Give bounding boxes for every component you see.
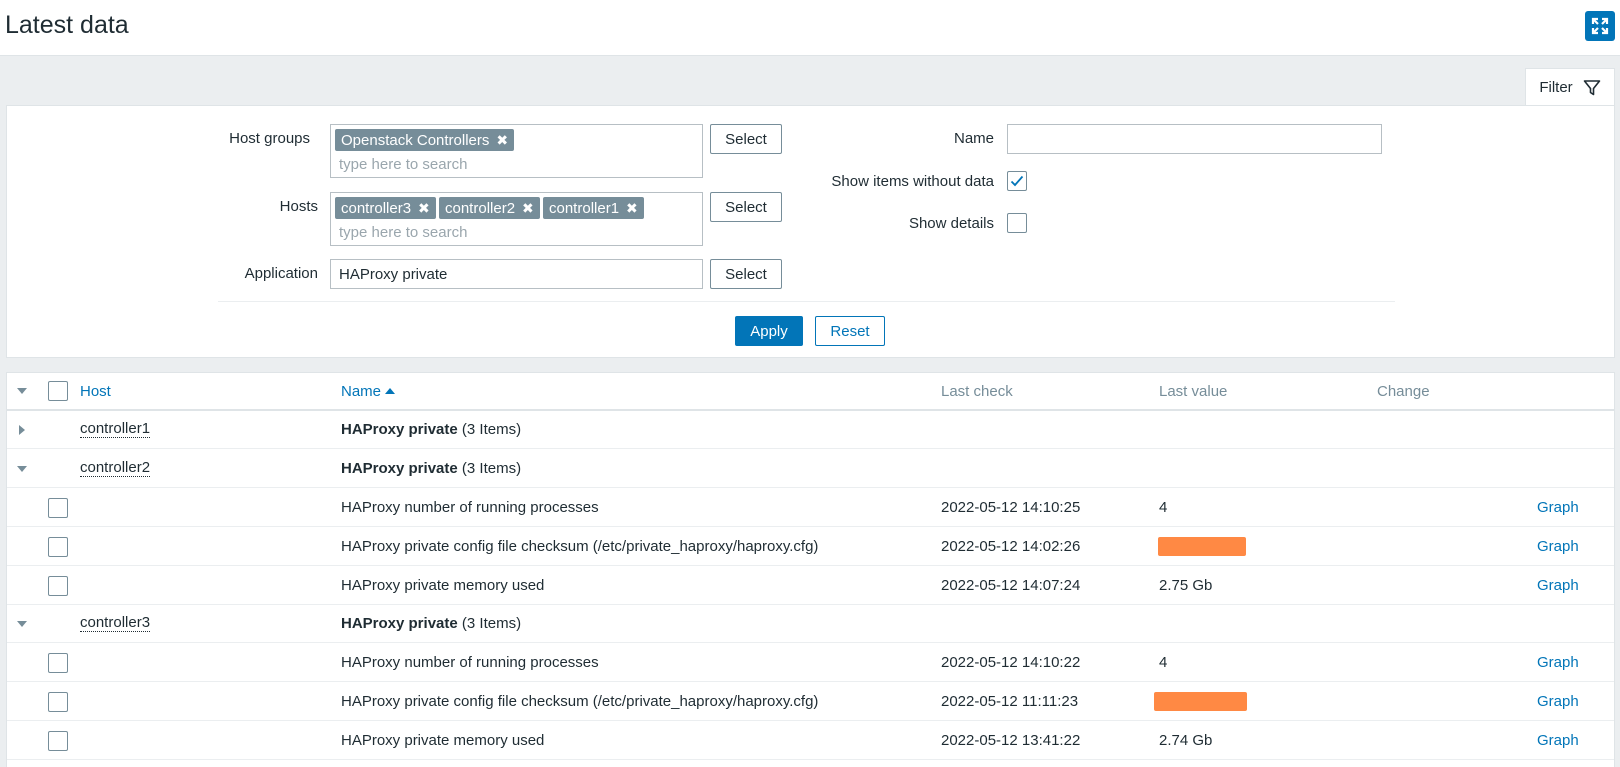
- host-link[interactable]: controller3: [80, 615, 151, 632]
- remove-chip-icon[interactable]: ✖: [626, 200, 638, 217]
- graph-link[interactable]: Graph: [1537, 722, 1579, 759]
- item-last-check: 2022-05-12 14:10:22: [941, 654, 1081, 671]
- show-items-without-data-checkbox[interactable]: [1007, 171, 1027, 191]
- column-header-host[interactable]: Host: [80, 373, 111, 409]
- name-label: Name: [953, 130, 994, 147]
- graph-link[interactable]: Graph: [1537, 489, 1579, 526]
- graph-link[interactable]: Graph: [1537, 528, 1579, 565]
- item-last-value: 2.74 Gb: [1159, 732, 1213, 749]
- item-checkbox[interactable]: [48, 691, 68, 712]
- host-group-row: controller2 HAProxy private (3 Items): [7, 450, 1614, 488]
- item-last-value: 2.75 Gb: [1159, 577, 1213, 594]
- remove-chip-icon[interactable]: ✖: [522, 200, 534, 217]
- host-groups-label: Host groups: [229, 130, 310, 147]
- graph-link[interactable]: Graph: [1537, 683, 1579, 720]
- application-group-label: HAProxy private (3 Items): [341, 615, 522, 632]
- collapse-all-toggle[interactable]: [17, 373, 27, 409]
- filter-icon: [1583, 79, 1600, 95]
- item-last-value: 4: [1159, 654, 1168, 671]
- expand-toggle[interactable]: [19, 411, 25, 448]
- filter-tab-label: Filter: [1539, 79, 1573, 96]
- application-label: Application: [244, 265, 318, 282]
- item-last-check: 2022-05-12 14:07:24: [941, 577, 1081, 594]
- table-row: HAProxy number of running processes 2022…: [7, 644, 1614, 682]
- application-input[interactable]: HAProxy private: [330, 259, 703, 289]
- triangle-down-icon: [17, 620, 27, 627]
- column-header-change: Change: [1377, 382, 1430, 400]
- item-last-check: 2022-05-12 14:02:26: [941, 538, 1081, 555]
- table-row: HAProxy number of running processes 2022…: [7, 489, 1614, 527]
- reset-button[interactable]: Reset: [815, 316, 885, 346]
- hosts-label: Hosts: [279, 198, 318, 215]
- hosts-search-input[interactable]: type here to search: [339, 224, 467, 241]
- item-last-check: 2022-05-12 13:41:22: [941, 732, 1081, 749]
- item-last-value: 4: [1159, 499, 1168, 516]
- fullscreen-button[interactable]: [1585, 11, 1615, 41]
- fullscreen-icon: [1591, 17, 1609, 35]
- latest-data-table: Host Name Last check Last value Change c…: [6, 372, 1615, 767]
- sort-ascending-icon: [385, 388, 396, 394]
- application-group-label: HAProxy private (3 Items): [341, 421, 522, 438]
- item-name: HAProxy number of running processes: [341, 499, 599, 516]
- host-link[interactable]: controller2: [80, 460, 151, 477]
- table-header-row: Host Name Last check Last value Change: [7, 373, 1614, 411]
- item-checkbox[interactable]: [48, 536, 68, 557]
- item-checkbox[interactable]: [48, 730, 68, 751]
- chip-host: controller3 ✖: [335, 197, 436, 219]
- chip-host-group: Openstack Controllers ✖: [335, 129, 515, 151]
- table-row: HAProxy private config file checksum (/e…: [7, 683, 1614, 721]
- chip-host: controller2 ✖: [439, 197, 540, 219]
- filter-divider: [218, 301, 1395, 302]
- graph-link[interactable]: Graph: [1537, 567, 1579, 604]
- show-items-without-data-label: Show items without data: [831, 173, 994, 190]
- host-link[interactable]: controller1: [80, 421, 151, 438]
- table-row: HAProxy private config file checksum (/e…: [7, 528, 1614, 566]
- column-header-name[interactable]: Name: [341, 373, 396, 409]
- item-last-check: 2022-05-12 14:10:25: [941, 499, 1081, 516]
- collapse-toggle[interactable]: [17, 605, 27, 642]
- filter-tab[interactable]: Filter: [1525, 68, 1615, 106]
- redacted-value: [1158, 537, 1246, 556]
- host-group-row: controller1 HAProxy private (3 Items): [7, 411, 1614, 449]
- name-input[interactable]: [1007, 124, 1382, 154]
- apply-button[interactable]: Apply: [735, 316, 803, 346]
- column-header-last-value: Last value: [1159, 382, 1228, 400]
- hosts-multiselect[interactable]: controller3 ✖ controller2 ✖ controller1 …: [330, 192, 703, 246]
- item-name: HAProxy private config file checksum (/e…: [341, 693, 819, 710]
- select-all-checkbox[interactable]: [48, 381, 68, 401]
- remove-chip-icon[interactable]: ✖: [418, 200, 430, 217]
- graph-link[interactable]: Graph: [1537, 644, 1579, 681]
- host-group-row: controller3 HAProxy private (3 Items): [7, 605, 1614, 643]
- item-name: HAProxy private memory used: [341, 732, 545, 749]
- host-groups-select-button[interactable]: Select: [710, 124, 782, 154]
- show-details-label: Show details: [908, 215, 994, 232]
- show-details-checkbox[interactable]: [1007, 213, 1027, 233]
- chip-host: controller1 ✖: [543, 197, 644, 219]
- item-checkbox[interactable]: [48, 652, 68, 673]
- redacted-value: [1154, 692, 1247, 711]
- item-name: HAProxy number of running processes: [341, 654, 599, 671]
- table-row: HAProxy private memory used 2022-05-12 1…: [7, 722, 1614, 760]
- host-groups-multiselect[interactable]: Openstack Controllers ✖ type here to sea…: [330, 124, 703, 178]
- triangle-down-icon: [17, 465, 27, 472]
- checkmark-icon: [1010, 175, 1024, 187]
- item-last-check: 2022-05-12 11:11:23: [941, 693, 1079, 710]
- host-groups-search-input[interactable]: type here to search: [339, 156, 467, 173]
- item-checkbox[interactable]: [48, 575, 68, 596]
- application-group-label: HAProxy private (3 Items): [341, 460, 522, 477]
- item-name: HAProxy private config file checksum (/e…: [341, 538, 819, 555]
- hosts-select-button[interactable]: Select: [710, 192, 782, 222]
- triangle-down-icon: [17, 388, 27, 394]
- table-row: HAProxy private memory used 2022-05-12 1…: [7, 567, 1614, 605]
- item-checkbox[interactable]: [48, 497, 68, 518]
- page-title: Latest data: [5, 11, 129, 39]
- column-header-last-check: Last check: [941, 382, 1013, 400]
- item-name: HAProxy private memory used: [341, 577, 545, 594]
- triangle-right-icon: [19, 424, 25, 435]
- remove-chip-icon[interactable]: ✖: [496, 132, 508, 149]
- collapse-toggle[interactable]: [17, 450, 27, 487]
- application-select-button[interactable]: Select: [710, 259, 782, 289]
- page-header: Latest data: [0, 0, 1620, 56]
